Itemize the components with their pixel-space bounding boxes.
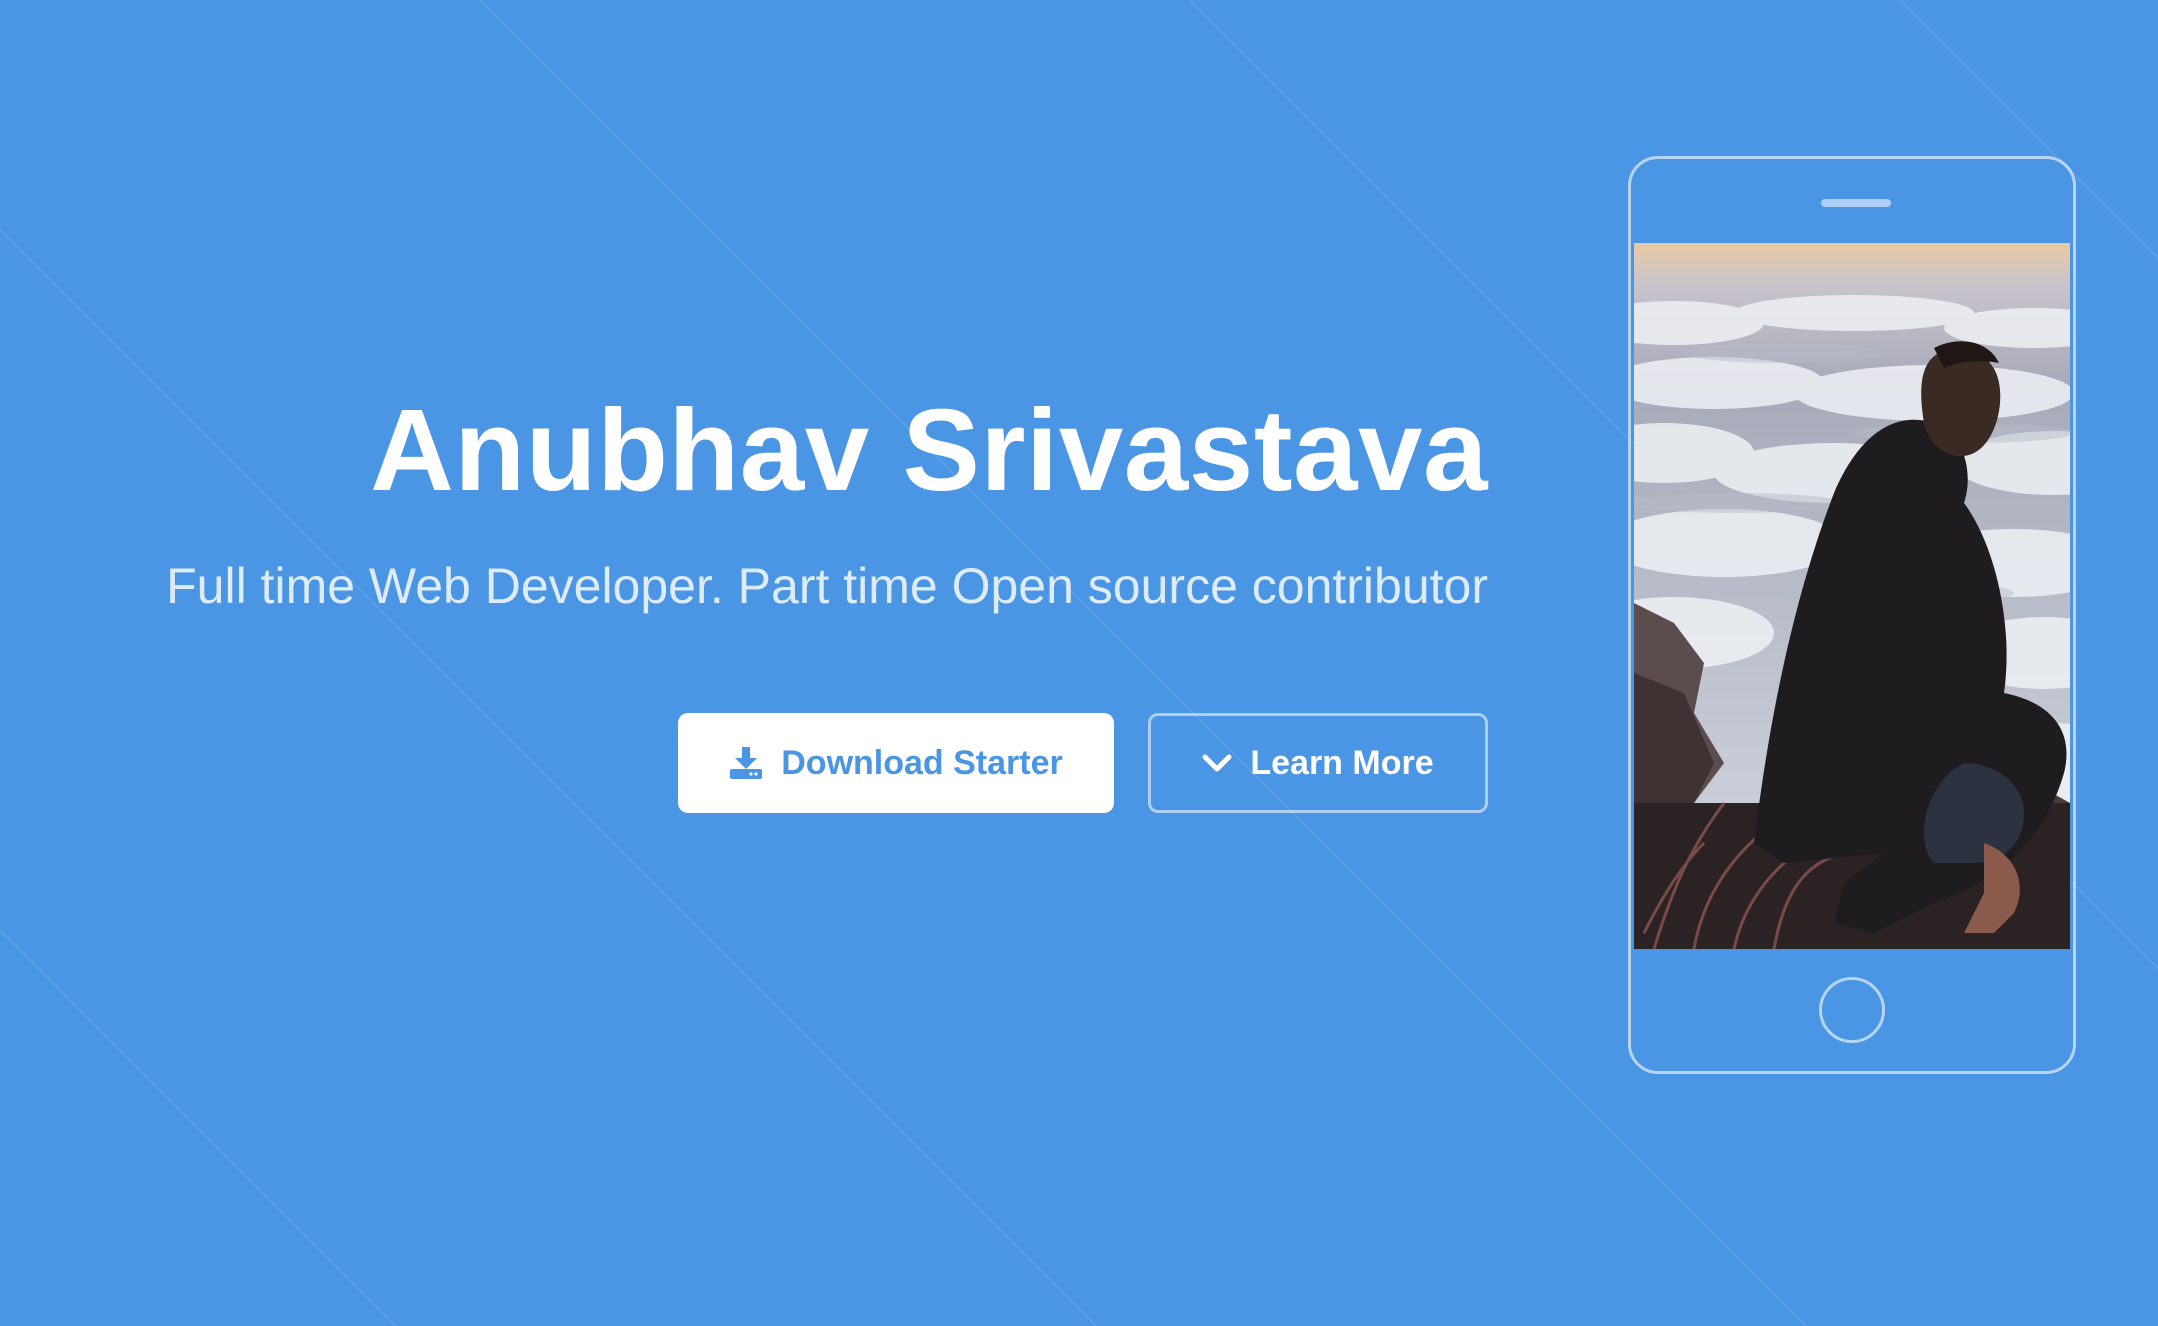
learn-more-button[interactable]: Learn More <box>1148 713 1488 813</box>
hero-subtitle: Full time Web Developer. Part time Open … <box>166 558 1488 614</box>
download-starter-button[interactable]: Download Starter <box>678 713 1114 813</box>
hero-buttons: Download Starter Learn More <box>678 713 1488 813</box>
phone-screen-photo <box>1634 243 2070 949</box>
download-starter-label: Download Starter <box>781 743 1063 782</box>
hero-section: Anubhav Srivastava Full time Web Develop… <box>0 0 2158 1326</box>
man-above-clouds-image <box>1634 243 2070 949</box>
phone-speaker <box>1821 199 1891 207</box>
chevron-down-icon <box>1202 753 1232 773</box>
hero-text: Anubhav Srivastava Full time Web Develop… <box>88 380 1488 616</box>
learn-more-label: Learn More <box>1250 743 1434 782</box>
download-icon <box>729 747 763 779</box>
phone-mockup <box>1628 156 2076 1074</box>
page-title: Anubhav Srivastava <box>370 385 1488 515</box>
phone-home-button <box>1819 977 1885 1043</box>
